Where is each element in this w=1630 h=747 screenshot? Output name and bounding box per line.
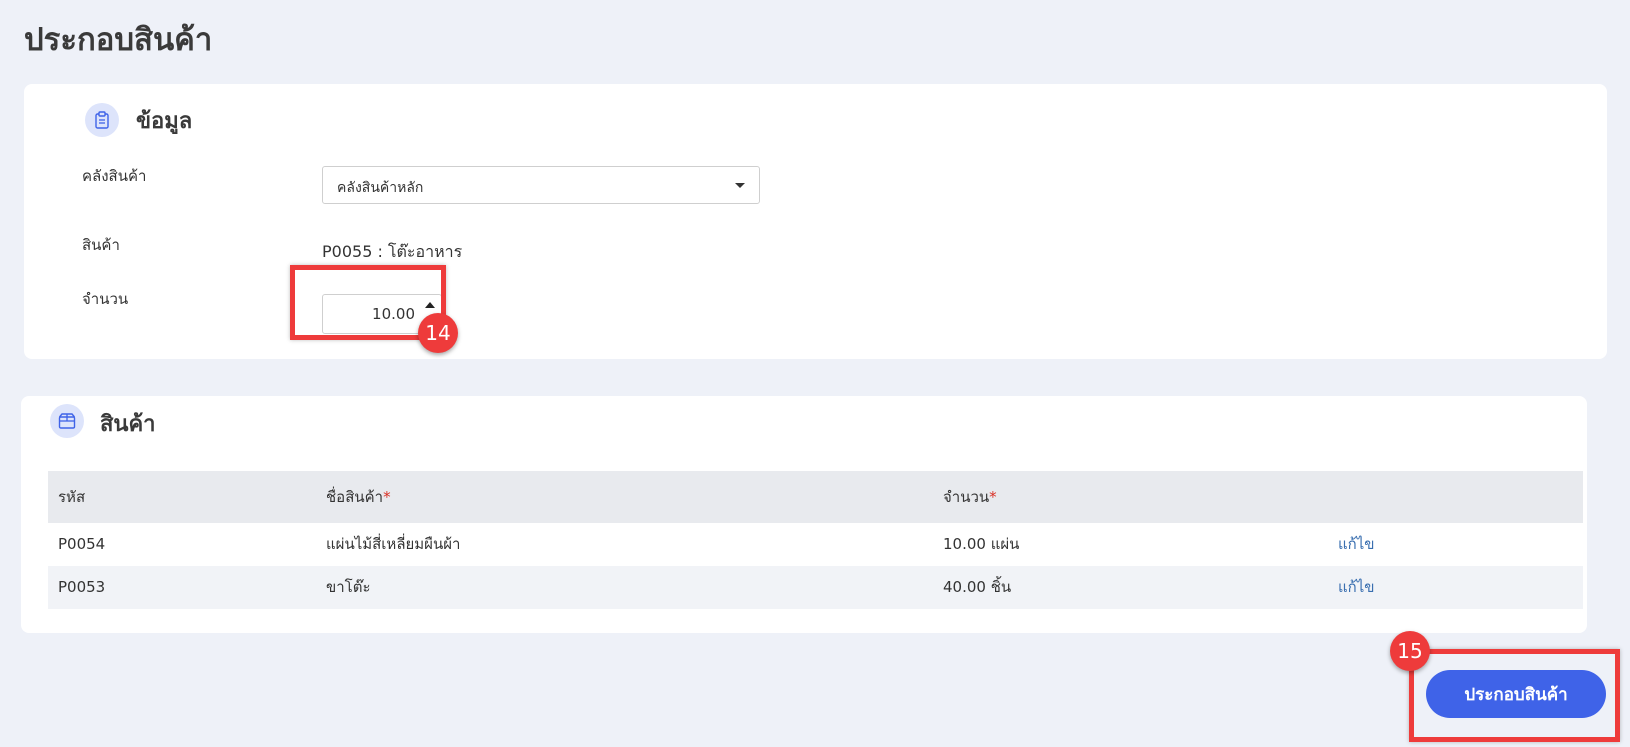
row-name: แผ่นไม้สี่เหลี่ยมผืนผ้า	[326, 535, 461, 553]
row-name: ขาโต๊ะ	[326, 578, 371, 596]
warehouse-select[interactable]: คลังสินค้าหลัก	[322, 166, 760, 204]
edit-link[interactable]: แก้ไข	[1338, 566, 1375, 609]
quantity-label: จำนวน	[82, 290, 129, 308]
product-label: สินค้า	[82, 236, 120, 254]
column-header-name: ชื่อสินค้า*	[326, 488, 391, 506]
info-card: ข้อมูล คลังสินค้า คลังสินค้าหลัก สินค้า …	[24, 84, 1607, 359]
products-section-title: สินค้า	[100, 412, 156, 437]
box-icon	[50, 404, 84, 438]
clipboard-icon	[85, 103, 119, 137]
row-quantity: 10.00 แผ่น	[943, 535, 1020, 553]
submit-highlight	[1409, 649, 1620, 742]
products-table: รหัส ชื่อสินค้า* จำนวน* P0054 แผ่นไม้สี่…	[48, 471, 1583, 609]
table-header: รหัส ชื่อสินค้า* จำนวน*	[48, 471, 1583, 523]
table-row: P0053 ขาโต๊ะ 40.00 ชิ้น แก้ไข	[48, 566, 1583, 609]
row-code: P0054	[58, 535, 106, 553]
products-card: สินค้า รหัส ชื่อสินค้า* จำนวน* P0054 แผ่…	[21, 396, 1587, 633]
step-badge-15: 15	[1390, 631, 1430, 671]
chevron-down-icon	[735, 183, 745, 188]
row-code: P0053	[58, 578, 106, 596]
step-badge-14: 14	[418, 313, 458, 353]
column-header-code: รหัส	[58, 488, 86, 506]
product-value: P0055 : โต๊ะอาหาร	[322, 242, 463, 261]
edit-link[interactable]: แก้ไข	[1338, 523, 1375, 566]
info-section-title: ข้อมูล	[136, 109, 193, 134]
row-quantity: 40.00 ชิ้น	[943, 578, 1012, 596]
warehouse-select-value: คลังสินค้าหลัก	[337, 180, 424, 196]
page-title: ประกอบสินค้า	[24, 22, 213, 58]
warehouse-label: คลังสินค้า	[82, 167, 147, 185]
column-header-quantity: จำนวน*	[943, 488, 997, 506]
table-row: P0054 แผ่นไม้สี่เหลี่ยมผืนผ้า 10.00 แผ่น…	[48, 523, 1583, 566]
